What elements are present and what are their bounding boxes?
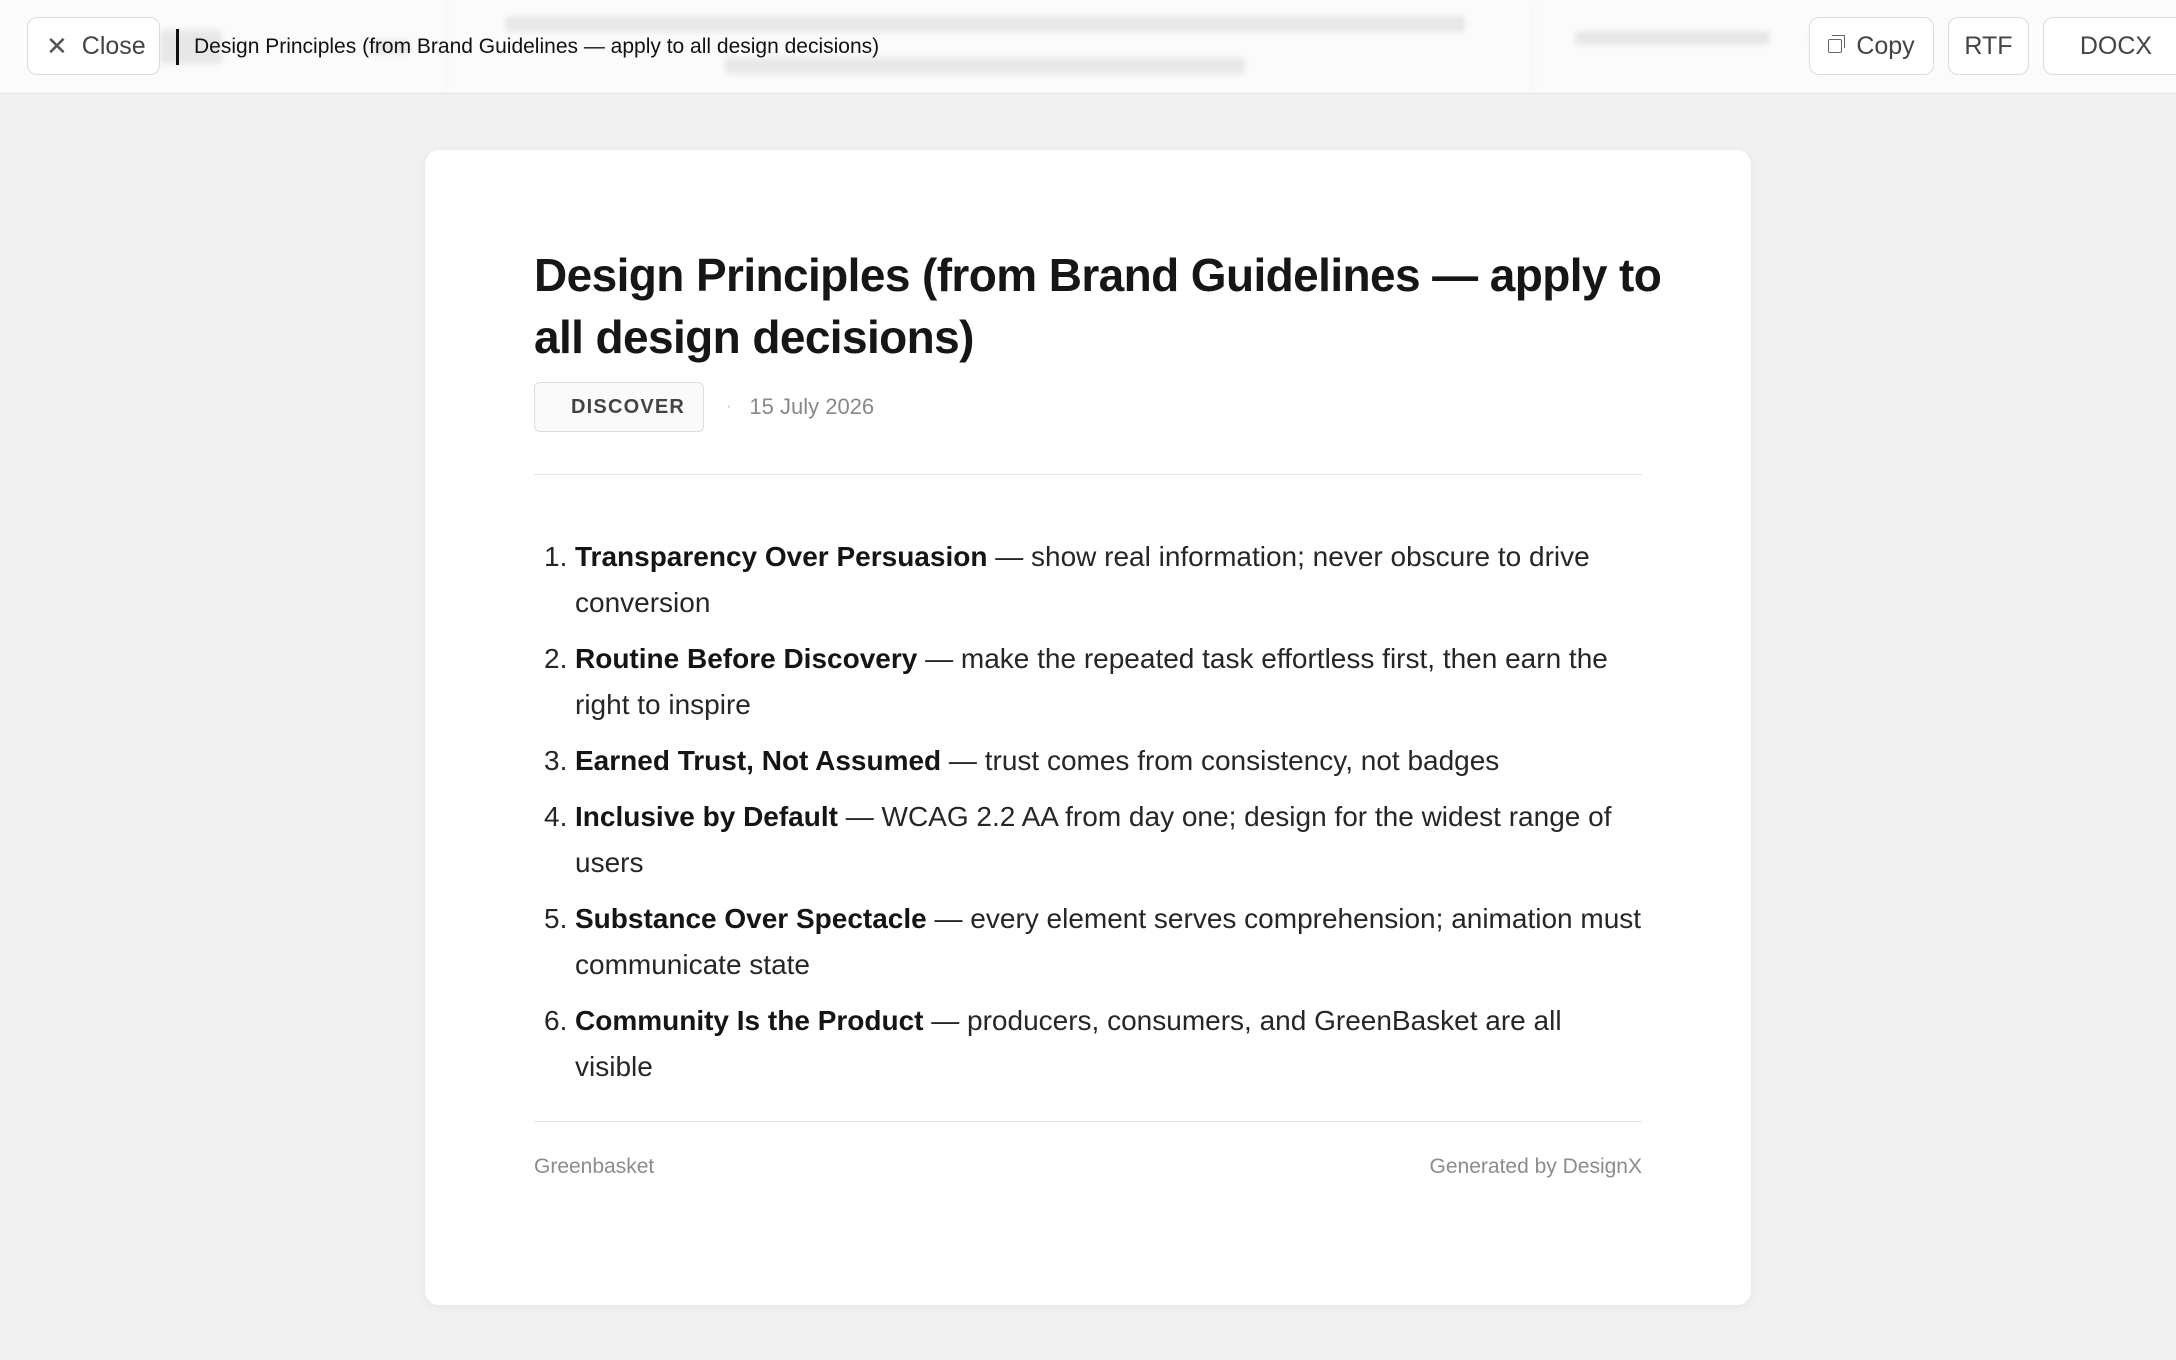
- principle-title: Community Is the Product: [575, 1005, 924, 1036]
- close-icon: ✕: [46, 30, 68, 61]
- list-item-number: 2.: [544, 643, 568, 674]
- close-button[interactable]: ✕ Close: [27, 17, 160, 75]
- export-docx-button[interactable]: DOCX: [2043, 17, 2176, 75]
- meta-separator: ·: [726, 398, 732, 415]
- principles-list: 1. Transparency Over Persuasion — show re…: [534, 534, 1642, 1100]
- principle-title: Substance Over Spectacle: [575, 903, 927, 934]
- principle-text: — trust comes from consistency, not badg…: [941, 745, 1500, 776]
- principle-title: Earned Trust, Not Assumed: [575, 745, 942, 776]
- list-item: 1. Transparency Over Persuasion — show re…: [534, 534, 1642, 626]
- footer-divider: [534, 1121, 1642, 1122]
- list-item: 2. Routine Before Discovery — make the re…: [534, 636, 1642, 728]
- toolbar-document-title: Design Principles (from Brand Guidelines…: [194, 35, 880, 58]
- rtf-button-label: RTF: [1964, 31, 2013, 60]
- copy-button-label: Copy: [1856, 31, 1915, 60]
- list-item-number: 1.: [544, 541, 568, 572]
- document-date: 15 July 2026: [749, 394, 875, 419]
- list-item-number: 3.: [544, 745, 568, 776]
- close-button-label: Close: [81, 31, 146, 60]
- principle-title: Transparency Over Persuasion: [575, 541, 988, 572]
- toolbar-title: Design Principles (from Brand Guidelines…: [176, 28, 879, 66]
- list-item-number: 6.: [544, 1005, 568, 1036]
- list-item-number: 5.: [544, 903, 568, 934]
- principle-title: Inclusive by Default: [575, 801, 838, 832]
- category-tag: DISCOVER: [534, 382, 705, 432]
- list-item: 5. Substance Over Spectacle — every eleme…: [534, 896, 1642, 988]
- footer-brand: Greenbasket: [534, 1155, 655, 1178]
- document-title: Design Principles (from Brand Guidelines…: [534, 249, 1662, 363]
- header-divider: [534, 474, 1642, 475]
- footer-generator: Generated by DesignX: [1429, 1155, 1642, 1178]
- copy-button[interactable]: Copy: [1809, 17, 1934, 75]
- top-toolbar: ✕ Close Design Principles (from Brand Gu…: [0, 0, 2176, 94]
- docx-button-label: DOCX: [2079, 31, 2153, 60]
- document-meta: DISCOVER · 15 July 2026: [534, 382, 874, 432]
- document-card: Design Principles (from Brand Guidelines…: [425, 150, 1751, 1305]
- list-item-number: 4.: [544, 801, 568, 832]
- list-item: 3. Earned Trust, Not Assumed — trust come…: [534, 738, 1642, 784]
- text-cursor: [176, 29, 179, 65]
- copy-icon: [1828, 35, 1846, 53]
- principle-title: Routine Before Discovery: [575, 643, 918, 674]
- list-item: 4. Inclusive by Default — WCAG 2.2 AA fro…: [534, 794, 1642, 886]
- export-rtf-button[interactable]: RTF: [1948, 17, 2029, 75]
- list-item: 6. Community Is the Product — producers, …: [534, 998, 1642, 1090]
